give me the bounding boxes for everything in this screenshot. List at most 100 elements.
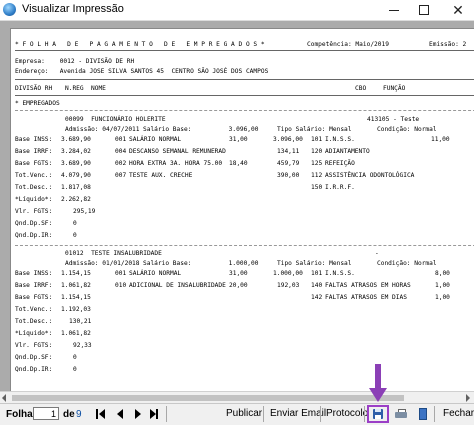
- desconto-desc: ADIANTAMENTO: [325, 148, 370, 155]
- col-cbo: CBO: [355, 85, 367, 92]
- preview-viewport[interactable]: * F O L H A D E P A G A M E N T O D E E …: [0, 21, 474, 391]
- maximize-button[interactable]: [409, 0, 439, 20]
- protocol-button[interactable]: Protocolo: [326, 408, 368, 419]
- app-icon: [3, 3, 16, 16]
- provento-desc: HORA EXTRA 3A. HORA 75.00: [129, 160, 223, 167]
- summary-value: 1.154,15: [61, 294, 91, 301]
- provento-value: 1.000,00: [273, 270, 303, 277]
- desconto-desc: FALTAS ATRASOS EM HORAS: [325, 282, 411, 289]
- desconto-desc: I.N.S.S.: [325, 270, 355, 277]
- summary-value: 3.689,90: [61, 160, 91, 167]
- employee-salario-base: Salário Base: 3.096,00: [143, 126, 259, 133]
- close-button[interactable]: Fechar: [443, 408, 474, 419]
- annotation-arrow-icon: [369, 364, 387, 406]
- summary-value: 0: [73, 220, 77, 227]
- col-nreg: N.REG: [65, 85, 84, 92]
- scrollbar-thumb[interactable]: [12, 395, 404, 401]
- save-button[interactable]: [367, 405, 389, 423]
- summary-label: Qnd.Dp.IR:: [15, 232, 53, 239]
- page-label: Folha: [6, 409, 33, 420]
- employee-condicao: Condição: Normal: [377, 260, 437, 267]
- toolbar-separator: [263, 406, 264, 422]
- summary-label: Tot.Venc.:: [15, 172, 53, 179]
- provento-ref: 31,00: [229, 136, 248, 143]
- summary-label: Base FGTS:: [15, 160, 53, 167]
- minimize-button[interactable]: [379, 0, 409, 20]
- summary-value: 2.262,82: [61, 196, 91, 203]
- desconto-code: 125: [311, 160, 323, 167]
- toolbar-separator: [166, 406, 167, 422]
- employee-admissao: Admissão: 04/07/2011: [65, 126, 140, 133]
- summary-value: 1.817,08: [61, 184, 91, 191]
- provento-ref: 18,40: [229, 160, 248, 167]
- total-pages: 9: [76, 409, 82, 420]
- summary-label: Vlr. FGTS:: [15, 342, 53, 349]
- summary-label: Base IRRF:: [15, 148, 53, 155]
- desconto-ref: 1,00: [435, 294, 450, 301]
- provento-code: 004: [115, 148, 127, 155]
- endereco-line: Endereço: Avenida JOSE SILVA SANTOS 45 C…: [15, 68, 269, 75]
- summary-value: 1.192,03: [61, 306, 91, 313]
- provento-ref: 31,00: [229, 270, 248, 277]
- send-email-button[interactable]: Enviar Email: [270, 408, 326, 419]
- desconto-desc: I.N.S.S.: [325, 136, 355, 143]
- summary-value: 4.079,90: [61, 172, 91, 179]
- provento-code: 001: [115, 270, 127, 277]
- desconto-ref: 11,00: [431, 136, 450, 143]
- provento-desc: ADICIONAL DE INSALUBRIDADE: [129, 282, 226, 289]
- scroll-right-icon[interactable]: [466, 394, 470, 402]
- provento-desc: SALÁRIO NORMAL: [129, 136, 182, 143]
- report-page: * F O L H A D E P A G A M E N T O D E E …: [10, 28, 474, 391]
- summary-value: 1.061,82: [61, 330, 91, 337]
- window-title: Visualizar Impressão: [22, 3, 124, 15]
- desconto-desc: REFEIÇÃO: [325, 160, 355, 167]
- next-page-icon[interactable]: [133, 409, 143, 419]
- provento-desc: DESCANSO SEMANAL REMUNERAD: [129, 148, 226, 155]
- summary-value: 130,21: [69, 318, 92, 325]
- emissao-label: Emissão: 2: [429, 41, 467, 48]
- toolbar-separator: [320, 406, 321, 422]
- employee-tipo-salario: Tipo Salário: Mensal: [277, 126, 352, 133]
- employee-condicao: Condição: Normal: [377, 126, 437, 133]
- desconto-code: 120: [311, 148, 323, 155]
- divider: [15, 110, 474, 111]
- col-funcao: FUNÇÃO: [383, 85, 406, 92]
- summary-value: 0: [73, 354, 77, 361]
- summary-label: Vlr. FGTS:: [15, 208, 53, 215]
- scroll-left-icon[interactable]: [2, 394, 6, 402]
- provento-code: 002: [115, 160, 127, 167]
- divider: [15, 245, 474, 246]
- employee-tipo-salario: Tipo Salário: Mensal: [277, 260, 352, 267]
- page-number-input[interactable]: 1: [33, 407, 59, 420]
- publish-button[interactable]: Publicar: [226, 408, 262, 419]
- prev-page-icon[interactable]: [115, 409, 125, 419]
- desconto-desc: I.R.R.F.: [325, 184, 355, 191]
- print-icon[interactable]: [395, 409, 407, 419]
- last-page-icon[interactable]: [149, 409, 159, 419]
- provento-code: 010: [115, 282, 127, 289]
- summary-label: Base IRRF:: [15, 282, 53, 289]
- summary-value: 1.154,15: [61, 270, 91, 277]
- empresa-line: Empresa: 0012 - DIVISÃO DE RH: [15, 58, 135, 65]
- summary-value: 0: [73, 366, 77, 373]
- close-window-button[interactable]: ✕: [442, 0, 474, 20]
- provento-code: 007: [115, 172, 127, 179]
- first-page-icon[interactable]: [96, 409, 106, 419]
- summary-value: 1.061,82: [61, 282, 91, 289]
- provento-code: 001: [115, 136, 127, 143]
- divider: [15, 50, 474, 51]
- desconto-desc: ASSISTÊNCIA ODONTOLÓGICA: [325, 172, 415, 179]
- divider: [15, 79, 474, 80]
- employee-cbo: 413105 - Teste: [367, 116, 420, 123]
- desconto-desc: FALTAS ATRASOS EM DIAS: [325, 294, 407, 301]
- employee-id-name: 00099 FUNCIONÁRIO HOLERITE: [65, 116, 166, 123]
- summary-value: 3.689,90: [61, 136, 91, 143]
- summary-label: *Líquido*:: [15, 196, 53, 203]
- col-divisao: DIVISÃO RH: [15, 85, 53, 92]
- book-icon[interactable]: [419, 408, 427, 420]
- divider: [15, 95, 474, 96]
- provento-desc: TESTE AUX. CRECHE: [129, 172, 193, 179]
- employee-cbo: -: [375, 250, 379, 257]
- summary-label: Qnd.Dp.SF:: [15, 220, 53, 227]
- summary-label: Tot.Venc.:: [15, 306, 53, 313]
